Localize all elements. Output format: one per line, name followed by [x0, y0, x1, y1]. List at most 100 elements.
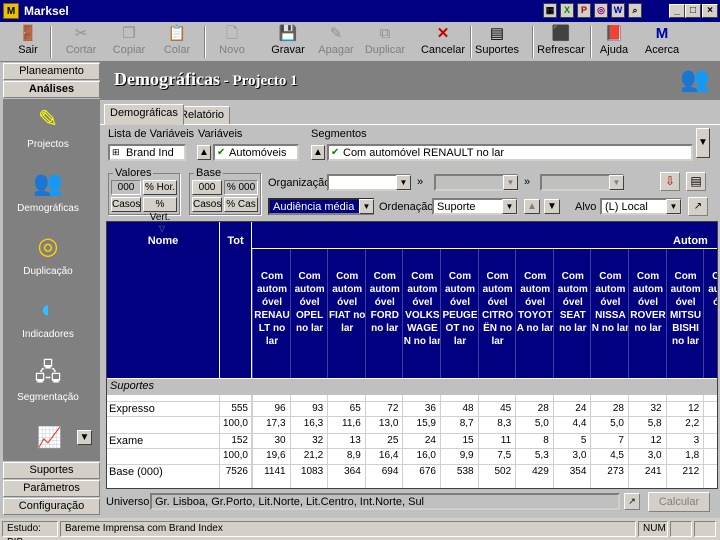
table-cell[interactable]: 11,6 — [326, 417, 364, 431]
segmentos-scroll-button[interactable]: ▼ — [696, 128, 710, 158]
table-cell[interactable]: 13 — [326, 434, 364, 448]
row-label[interactable]: Expresso — [109, 402, 155, 416]
table-cell[interactable] — [702, 417, 717, 431]
table-cell[interactable]: 16,0 — [401, 449, 439, 463]
table-cell[interactable]: 93 — [289, 402, 327, 416]
table-cell[interactable]: 45 — [477, 402, 515, 416]
nav-suportes-button[interactable]: Suportes — [3, 462, 100, 479]
table-cell[interactable]: 1,8 — [665, 449, 703, 463]
tray-sheet-icon[interactable]: ▦ — [543, 3, 557, 18]
report-button[interactable]: ▤ — [686, 172, 706, 191]
table-cell[interactable] — [702, 465, 717, 479]
col-header-brand[interactable]: Com autom óvel NISSA N no lar — [591, 270, 629, 335]
supports-button[interactable]: ▤ Suportes — [474, 23, 520, 60]
valores-hor-toggle[interactable]: % Hor. — [143, 180, 177, 195]
tray-search-icon[interactable]: ⌕ — [628, 3, 642, 18]
cut-button[interactable]: ✂ Cortar — [60, 23, 102, 60]
col-header-brand[interactable]: Com autom óvel TOYOT A no lar — [516, 270, 554, 335]
alvo-dropdown-icon[interactable]: ▼ — [666, 199, 681, 214]
ordenacao-dropdown-icon[interactable]: ▼ — [502, 199, 517, 214]
cell-tot[interactable]: 152 — [220, 434, 251, 448]
table-cell[interactable]: 8 — [514, 434, 552, 448]
table-cell[interactable]: 694 — [364, 465, 402, 479]
base-000-toggle[interactable]: 000 — [192, 180, 222, 195]
table-cell[interactable] — [702, 449, 717, 463]
audiencia-dropdown-icon[interactable]: ▼ — [359, 199, 374, 214]
base-casos-toggle[interactable]: Casos — [192, 197, 222, 212]
valores-casos-toggle[interactable]: Casos — [111, 197, 141, 212]
table-cell[interactable]: 12 — [627, 434, 665, 448]
col-header-brand[interactable]: Com autom óvel VOLKS WAGE N no lar — [403, 270, 441, 348]
sort-descending-button[interactable]: ▼ — [544, 199, 560, 214]
about-button[interactable]: M Acerca — [642, 23, 682, 60]
results-grid[interactable]: Nome ▽ Tot Autom Com autom óvel RENAU LT… — [106, 221, 718, 489]
nav-duplicacao[interactable]: ◎ Duplicação — [3, 232, 93, 277]
table-cell[interactable]: 48 — [439, 402, 477, 416]
table-cell[interactable]: 1083 — [289, 465, 327, 479]
table-cell[interactable]: 273 — [589, 465, 627, 479]
table-cell[interactable]: 19,6 — [251, 449, 289, 463]
nav-segmentacao[interactable]: 🖧 Segmentação — [3, 358, 93, 403]
table-cell[interactable]: 354 — [552, 465, 590, 479]
table-cell[interactable]: 8,9 — [326, 449, 364, 463]
duplicate-button[interactable]: ⧉ Duplicar — [362, 23, 408, 60]
table-cell[interactable]: 429 — [514, 465, 552, 479]
alvo-edit-button[interactable]: ↗ — [688, 197, 708, 216]
col-header-brand[interactable]: Com autom óvel OPEL no lar — [291, 270, 329, 335]
tray-access-icon[interactable]: ◎ — [594, 3, 608, 18]
table-cell[interactable]: 3 — [665, 434, 703, 448]
calcular-button[interactable]: Calcular — [648, 492, 710, 512]
variaveis-field[interactable]: ✔ Automóveis — [213, 144, 299, 161]
table-cell[interactable]: 12 — [665, 402, 703, 416]
base-cas-toggle[interactable]: % Cas — [224, 197, 258, 212]
tray-powerpoint-icon[interactable]: P — [577, 3, 591, 18]
col-header-brand[interactable]: Com autom óvel FIAT no lar — [328, 270, 366, 335]
valores-vert-toggle[interactable]: % Vert. — [143, 197, 177, 223]
segmentos-up-button[interactable]: ▲ — [311, 145, 325, 160]
table-cell[interactable]: 364 — [326, 465, 364, 479]
table-cell[interactable]: 5,0 — [514, 417, 552, 431]
col-header-brand[interactable]: Com autom óvel SEAT no lar — [554, 270, 592, 335]
nav-configuracao-button[interactable]: Configuração — [3, 498, 100, 515]
table-cell[interactable]: 65 — [326, 402, 364, 416]
organizacao-dropdown-icon[interactable]: ▼ — [396, 175, 411, 190]
table-cell[interactable]: 4,5 — [589, 449, 627, 463]
col-header-tot[interactable]: Tot — [220, 235, 251, 247]
table-cell[interactable]: 8,3 — [477, 417, 515, 431]
nav-planeamento-button[interactable]: Planeamento — [3, 63, 100, 80]
table-cell[interactable]: 21,2 — [289, 449, 327, 463]
variaveis-up-button[interactable]: ▲ — [197, 145, 211, 160]
table-cell[interactable]: 16,4 — [364, 449, 402, 463]
col-header-brand[interactable]: Com autom óvel — [704, 270, 717, 309]
table-cell[interactable]: 8,7 — [439, 417, 477, 431]
table-cell[interactable]: 32 — [627, 402, 665, 416]
tab-demograficas[interactable]: Demográficas — [104, 104, 184, 125]
base-pct-toggle[interactable]: % 000 — [224, 180, 258, 195]
table-cell[interactable]: 1141 — [251, 465, 289, 479]
refresh-button[interactable]: ⬛ Refrescar — [536, 23, 586, 60]
universo-edit-button[interactable]: ↗ — [624, 493, 640, 510]
help-button[interactable]: 📕 Ajuda — [594, 23, 634, 60]
new-button[interactable]: 🗋 Novo — [212, 23, 252, 60]
valores-000-toggle[interactable]: 000 — [111, 180, 141, 195]
table-cell[interactable]: 36 — [401, 402, 439, 416]
icon-panel-dropdown-button[interactable]: ▼ — [77, 430, 92, 445]
col-header-brand[interactable]: Com autom óvel RENAU LT no lar — [253, 270, 291, 348]
table-cell[interactable]: 2,2 — [665, 417, 703, 431]
col-header-nome[interactable]: Nome — [107, 235, 219, 247]
exit-button[interactable]: 🚪 Sair — [8, 23, 48, 60]
close-button[interactable]: × — [702, 4, 718, 18]
tray-excel-icon[interactable]: X — [560, 3, 574, 18]
table-cell[interactable]: 28 — [514, 402, 552, 416]
delete-button[interactable]: ✎ Apagar — [314, 23, 358, 60]
segmentos-field[interactable]: ✔ Com automóvel RENAULT no lar — [327, 144, 693, 161]
table-cell[interactable]: 24 — [552, 402, 590, 416]
table-cell[interactable]: 5,0 — [589, 417, 627, 431]
table-cell[interactable]: 5,3 — [514, 449, 552, 463]
table-cell[interactable]: 72 — [364, 402, 402, 416]
table-cell[interactable]: 15 — [439, 434, 477, 448]
table-cell[interactable]: 28 — [589, 402, 627, 416]
table-cell[interactable]: 676 — [401, 465, 439, 479]
table-cell[interactable]: 5,8 — [627, 417, 665, 431]
cell-tot[interactable]: 555 — [220, 402, 251, 416]
